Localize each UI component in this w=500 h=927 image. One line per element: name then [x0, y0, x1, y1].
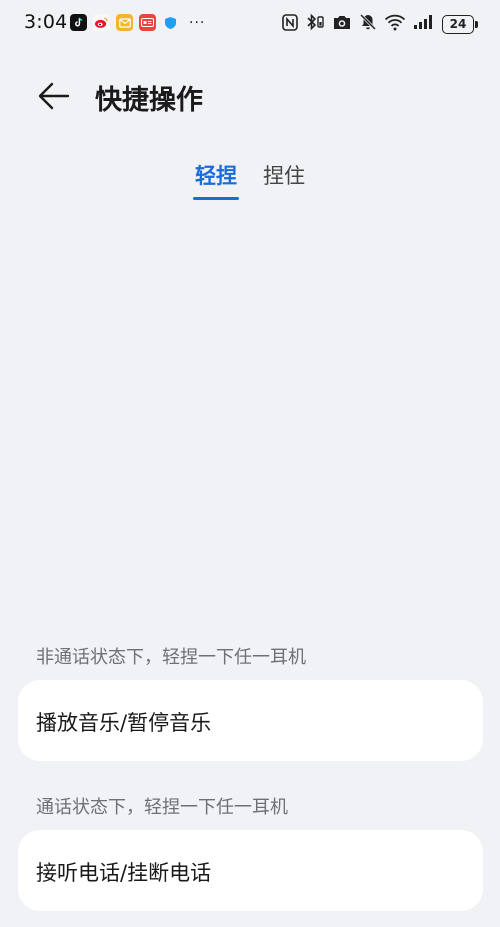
notification-icons: ···	[70, 14, 205, 31]
active-tab-indicator	[193, 197, 239, 200]
wifi-icon	[384, 14, 406, 35]
setting-value-call: 接听电话/挂断电话	[36, 861, 212, 885]
status-bar: 3:04 ··· 24	[0, 0, 500, 48]
tab-light-pinch[interactable]: 轻捏	[193, 158, 239, 200]
battery-icon: 24	[442, 14, 478, 34]
shield-icon	[162, 14, 179, 31]
section-label-call: 通话状态下，轻捏一下任一耳机	[36, 797, 288, 818]
tab-label: 捏住	[263, 164, 305, 188]
page-title: 快捷操作	[95, 85, 203, 116]
tab-pinch-hold[interactable]: 捏住	[261, 158, 307, 200]
more-notifications-indicator: ···	[189, 14, 206, 31]
signal-icon	[413, 14, 435, 34]
status-time: 3:04	[24, 11, 68, 33]
mute-icon	[359, 13, 377, 35]
bluetooth-icon	[305, 13, 325, 35]
tab-label: 轻捏	[195, 164, 237, 188]
setting-value-non-call: 播放音乐/暂停音乐	[36, 711, 212, 735]
weibo-icon	[93, 14, 110, 31]
camera-icon	[332, 14, 352, 35]
news-icon	[139, 14, 156, 31]
mail-icon	[116, 14, 133, 31]
system-icons: 24	[282, 13, 478, 35]
tiktok-icon	[70, 14, 87, 31]
setting-card-call[interactable]: 接听电话/挂断电话	[18, 830, 483, 911]
tab-bar: 轻捏 捏住	[0, 158, 500, 200]
back-button[interactable]	[34, 76, 74, 116]
section-label-non-call: 非通话状态下，轻捏一下任一耳机	[36, 647, 306, 668]
setting-card-non-call[interactable]: 播放音乐/暂停音乐	[18, 680, 483, 761]
arrow-left-icon	[38, 82, 70, 110]
nfc-icon	[282, 13, 298, 35]
